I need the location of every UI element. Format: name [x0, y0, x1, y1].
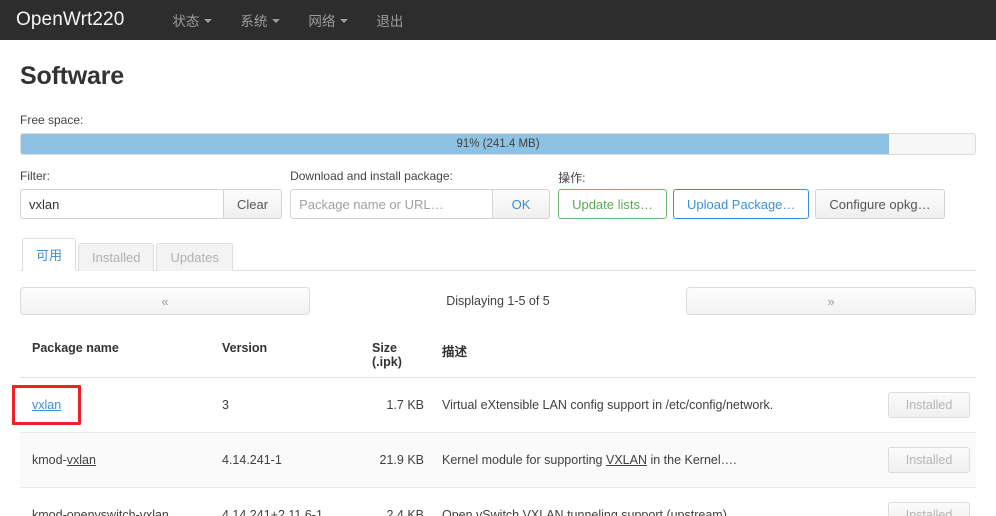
table-header-row: Package name Version Size (.ipk) 描述	[20, 333, 976, 378]
cell-version: 4.14.241-1	[210, 432, 360, 488]
description-text-tail: in the Kernel….	[646, 453, 737, 467]
prev-page-button[interactable]: «	[20, 287, 310, 315]
nav-item-status-label: 状态	[172, 14, 200, 29]
header-package-name: Package name	[20, 333, 210, 378]
tab-installed[interactable]: Installed	[78, 243, 155, 271]
nav-item-network-label: 网络	[308, 14, 336, 29]
installed-button: Installed	[888, 502, 970, 516]
nav-item-system[interactable]: 系统	[226, 10, 294, 30]
package-name-link[interactable]: vxlan	[32, 398, 61, 412]
installed-button: Installed	[888, 392, 970, 418]
pagination-info: Displaying 1-5 of 5	[446, 294, 550, 308]
chevron-down-icon	[204, 19, 213, 23]
brand-title[interactable]: OpenWrt220	[16, 9, 124, 31]
actions-group: 操作: Update lists… Upload Package… Config…	[558, 169, 945, 219]
cell-version: 4.14.241+2.11.6-1	[210, 487, 360, 516]
table-row: kmod-openvswitch-vxlan 4.14.241+2.11.6-1 2…	[20, 487, 976, 516]
nav-item-status[interactable]: 状态	[158, 10, 226, 30]
cell-action: Installed	[858, 432, 976, 488]
header-size-line2: (.ipk)	[372, 355, 402, 369]
header-version: Version	[210, 333, 360, 378]
table-row: kmod-vxlan 4.14.241-1 21.9 KB Kernel module…	[20, 432, 976, 488]
package-tabs: 可用 Installed Updates	[20, 237, 976, 271]
table-row: vxlan 3 1.7 KB Virtual eXtensible LAN confi…	[20, 377, 976, 433]
package-name-link[interactable]: vxlan	[67, 453, 96, 467]
package-table-body: vxlan 3 1.7 KB Virtual eXtensible LAN confi…	[20, 377, 976, 516]
cell-package-name: kmod-vxlan	[20, 432, 210, 488]
tab-updates[interactable]: Updates	[156, 243, 233, 271]
description-match: VXLAN	[522, 508, 564, 516]
header-description: 描述	[430, 333, 858, 378]
free-space-progress-text: 91% (241.4 MB)	[456, 138, 540, 150]
package-url-input[interactable]	[290, 189, 494, 219]
configure-opkg-button[interactable]: Configure opkg…	[815, 189, 945, 219]
cell-size: 21.9 KB	[360, 432, 430, 488]
actions-label: 操作:	[558, 171, 586, 185]
header-action	[858, 333, 976, 378]
next-page-button[interactable]: »	[686, 287, 976, 315]
package-name-link[interactable]: vxlan	[140, 508, 169, 516]
clear-button[interactable]: Clear	[223, 189, 283, 219]
download-install-group: Download and install package: OK	[290, 169, 551, 219]
cell-action: Installed	[858, 487, 976, 516]
pagination: « Displaying 1-5 of 5 »	[20, 287, 976, 315]
cell-size: 1.7 KB	[360, 377, 430, 433]
cell-description: Virtual eXtensible LAN config support in…	[430, 377, 858, 433]
cell-package-name: kmod-openvswitch-vxlan	[20, 487, 210, 516]
chevron-down-icon	[272, 19, 281, 23]
package-name-prefix: kmod-openvswitch-	[32, 508, 140, 516]
filter-label: Filter:	[20, 169, 50, 183]
nav-item-network[interactable]: 网络	[294, 10, 362, 30]
filter-group: Filter: Clear	[20, 169, 283, 219]
upload-package-button[interactable]: Upload Package…	[673, 189, 810, 219]
package-table-head: Package name Version Size (.ipk) 描述	[20, 333, 976, 378]
free-space-progress-bar: 91% (241.4 MB)	[20, 133, 976, 155]
description-text: Virtual eXtensible LAN config support in…	[442, 398, 774, 412]
cell-package-name: vxlan	[20, 377, 210, 433]
header-size: Size (.ipk)	[360, 333, 430, 378]
cell-size: 2.4 KB	[360, 487, 430, 516]
cell-action: Installed	[858, 377, 976, 433]
software-toolbar: Filter: Clear Download and install packa…	[20, 169, 976, 219]
description-match: VXLAN	[605, 453, 647, 467]
page-container: Software Free space: 91% (241.4 MB) Filt…	[0, 62, 996, 516]
free-space-label: Free space:	[20, 113, 84, 127]
ok-button[interactable]: OK	[492, 189, 551, 219]
page-title: Software	[20, 62, 124, 90]
update-lists-button[interactable]: Update lists…	[558, 189, 667, 219]
package-table: Package name Version Size (.ipk) 描述 vxla…	[20, 333, 976, 516]
cell-description: Open vSwitch VXLAN tunneling support (up…	[430, 487, 858, 516]
navbar-menu: 状态 系统 网络 退出	[158, 10, 417, 30]
nav-item-logout-label: 退出	[376, 14, 404, 29]
nav-item-logout[interactable]: 退出	[362, 10, 417, 30]
cell-version: 3	[210, 377, 360, 433]
filter-input[interactable]	[20, 189, 224, 219]
tab-available[interactable]: 可用	[22, 238, 77, 271]
description-text: Kernel module for supporting	[442, 453, 606, 467]
download-install-label: Download and install package:	[290, 169, 453, 183]
nav-item-system-label: 系统	[240, 14, 268, 29]
top-navbar: OpenWrt220 状态 系统 网络 退出	[0, 0, 996, 40]
description-text: Open vSwitch	[442, 508, 523, 516]
chevron-down-icon	[340, 19, 349, 23]
description-text-tail: tunneling support (upstream)	[563, 508, 727, 516]
package-name-prefix: kmod-	[32, 453, 67, 467]
installed-button: Installed	[888, 447, 970, 473]
cell-description: Kernel module for supporting VXLAN in th…	[430, 432, 858, 488]
header-size-line1: Size	[372, 341, 398, 355]
